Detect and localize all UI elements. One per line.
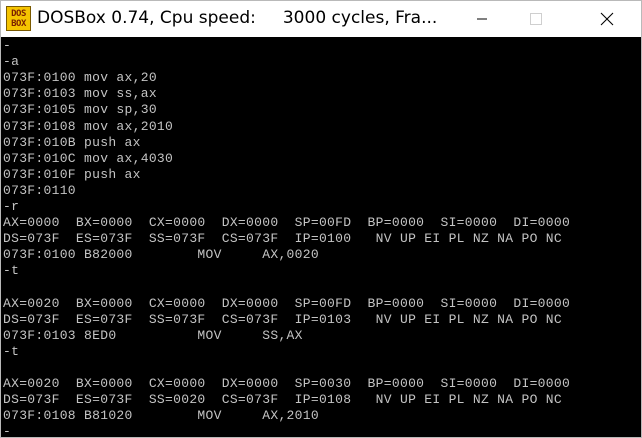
close-button[interactable] xyxy=(584,1,630,37)
console-line: -t xyxy=(3,343,20,359)
console-line: 073F:0100 mov ax,20 xyxy=(3,70,157,86)
console-line: 073F:0110 xyxy=(3,182,76,198)
dosbox-window: DOS BOX DOSBox 0.74, Cpu speed: 3000 cyc… xyxy=(0,0,642,438)
console-line: DS=073F ES=073F SS=073F CS=073F IP=0100 … xyxy=(3,231,562,247)
console-line: AX=0020 BX=0000 CX=0000 DX=0000 SP=00FD … xyxy=(3,295,571,311)
minimize-button[interactable] xyxy=(459,1,505,37)
console-line: 073F:0103 8ED0 MOV SS,AX xyxy=(3,327,303,343)
title-bar[interactable]: DOS BOX DOSBox 0.74, Cpu speed: 3000 cyc… xyxy=(1,1,641,37)
dosbox-app-icon[interactable]: DOS BOX xyxy=(6,6,31,31)
console-line: DS=073F ES=073F SS=073F CS=073F IP=0103 … xyxy=(3,311,562,327)
console-line: AX=0000 BX=0000 CX=0000 DX=0000 SP=00FD … xyxy=(3,215,571,231)
window-title: DOSBox 0.74, Cpu speed: 3000 cycles, Fra… xyxy=(37,8,438,28)
console-line: -a xyxy=(3,54,20,70)
console-line: AX=0020 BX=0000 CX=0000 DX=0000 SP=0030 … xyxy=(3,376,571,392)
console-line: 073F:010F push ax xyxy=(3,166,141,182)
console-line: 073F:010B push ax xyxy=(3,134,141,150)
dos-console[interactable]: - -a 073F:0100 mov ax,20 073F:0103 mov ss,a… xyxy=(3,38,639,437)
close-icon xyxy=(600,12,614,26)
console-line: 073F:010C mov ax,4030 xyxy=(3,150,174,166)
console-line: -r xyxy=(3,199,20,214)
console-line: DS=073F ES=073F SS=0020 CS=073F IP=0108 … xyxy=(3,392,562,408)
console-line: - xyxy=(3,38,12,53)
console-line: 073F:0103 mov ss,ax xyxy=(3,86,157,102)
maximize-button[interactable] xyxy=(513,1,559,37)
console-line: 073F:0108 mov ax,2010 xyxy=(3,118,174,134)
console-line: - xyxy=(3,424,12,437)
console-line: -t xyxy=(3,263,20,279)
console-line: 073F:0100 B82000 MOV AX,0020 xyxy=(3,247,319,263)
maximize-icon xyxy=(529,12,543,26)
console-line: 073F:0108 B81020 MOV AX,2010 xyxy=(3,408,319,424)
minimize-icon xyxy=(476,13,488,25)
console-line: 073F:0105 mov sp,30 xyxy=(3,102,157,118)
